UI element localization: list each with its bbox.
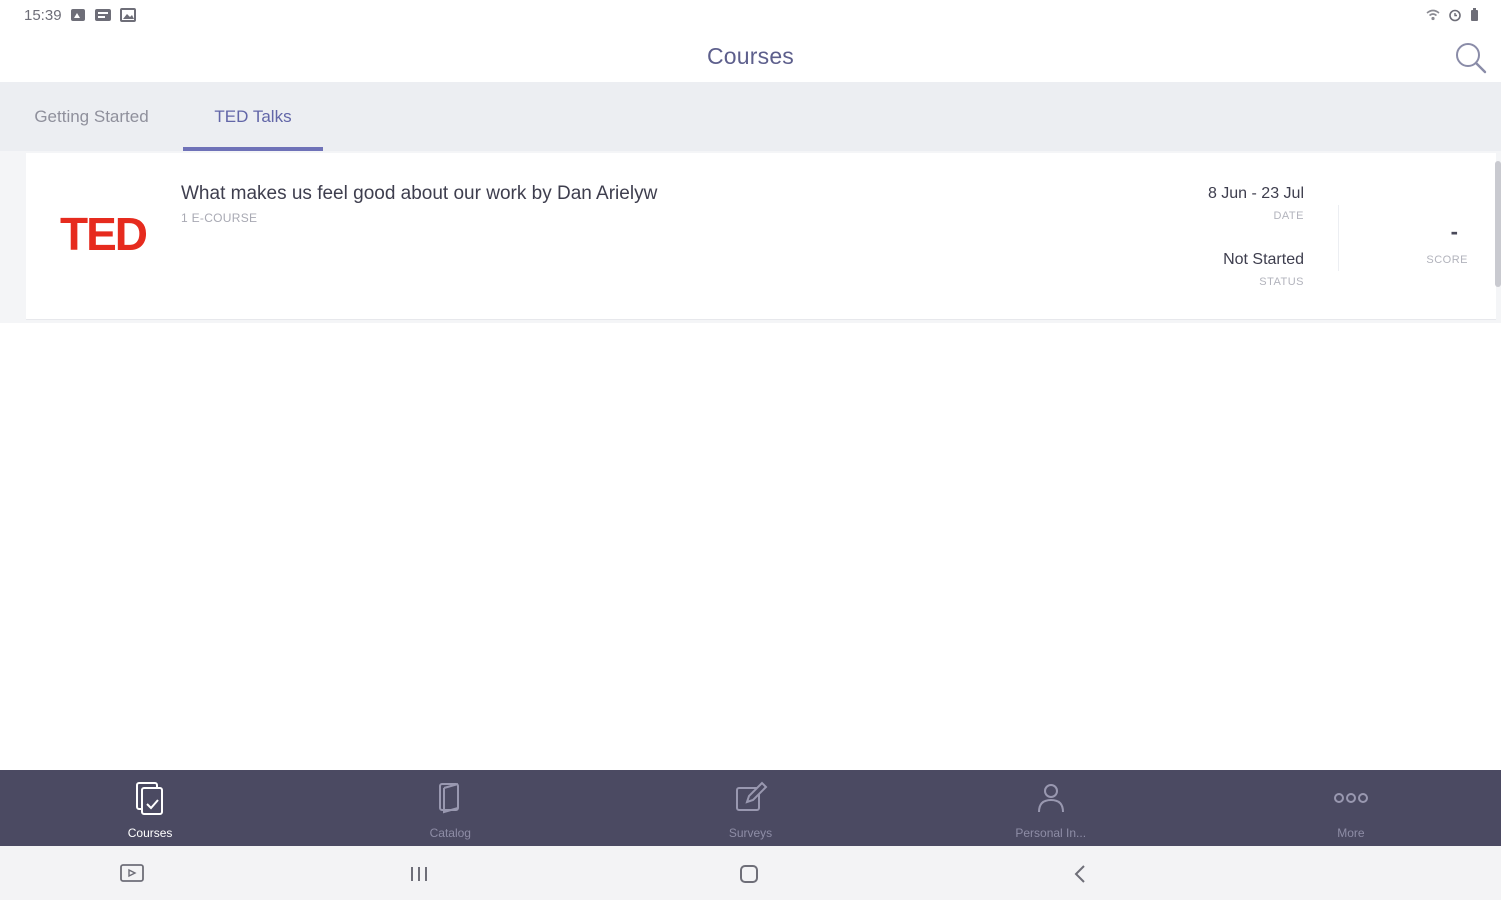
card-divider (1338, 205, 1339, 271)
nav-item-personal-info[interactable]: Personal In... (901, 770, 1201, 846)
status-bar: 15:39 (0, 0, 1501, 30)
status-time: 15:39 (24, 6, 62, 24)
nav-label: Catalog (429, 826, 471, 840)
alarm-icon (1448, 8, 1462, 22)
recent-apps-icon (411, 867, 427, 881)
nav-label: More (1337, 826, 1365, 840)
search-button[interactable] (1451, 38, 1491, 78)
ted-logo: TED (60, 208, 148, 260)
photo-badge-icon (70, 8, 86, 22)
search-icon (1456, 43, 1487, 74)
course-score-label: SCORE (1426, 254, 1468, 266)
home-button[interactable] (734, 860, 764, 888)
course-status-label: STATUS (1259, 276, 1304, 288)
screenshot-icon (120, 864, 144, 882)
course-card[interactable]: TED What makes us feel good about our wo… (26, 153, 1496, 320)
more-icon (1332, 778, 1370, 818)
course-date-label: DATE (1273, 210, 1304, 222)
course-list-row: TED What makes us feel good about our wo… (0, 151, 1501, 323)
nav-item-surveys[interactable]: Surveys (600, 770, 900, 846)
bottom-navigation: Courses Catalog Surveys Personal In... M… (0, 770, 1501, 846)
back-button[interactable] (1065, 860, 1095, 888)
page-title: Courses (706, 42, 795, 69)
nav-item-courses[interactable]: Courses (0, 770, 300, 846)
tab-getting-started[interactable]: Getting Started (0, 82, 183, 151)
status-left: 15:39 (24, 7, 136, 24)
system-navigation-bar (0, 846, 1501, 900)
surveys-icon (732, 778, 770, 818)
scrollbar-thumb[interactable] (1495, 161, 1501, 287)
person-icon (1032, 778, 1070, 818)
back-icon (1074, 865, 1085, 883)
tab-ted-talks[interactable]: TED Talks (183, 82, 323, 151)
home-icon (740, 865, 758, 883)
nav-label: Surveys (728, 826, 773, 840)
course-date: 8 Jun - 23 Jul (1207, 185, 1304, 202)
nav-label: Courses (127, 826, 173, 840)
category-tabs: Getting Started TED Talks (0, 82, 1501, 151)
course-list: TED What makes us feel good about our wo… (0, 151, 1501, 770)
nav-item-more[interactable]: More (1201, 770, 1501, 846)
status-right (1426, 8, 1479, 22)
courses-icon (131, 778, 169, 818)
wifi-icon (1426, 9, 1440, 21)
course-type: 1 E-COURSE (181, 211, 258, 225)
course-title: What makes us feel good about our work b… (181, 183, 658, 204)
nav-label: Personal In... (1015, 826, 1087, 840)
nav-item-catalog[interactable]: Catalog (300, 770, 600, 846)
course-score: - (1450, 219, 1458, 244)
tab-label: Getting Started (34, 106, 149, 126)
recent-apps-button[interactable] (404, 860, 434, 888)
catalog-icon (431, 778, 469, 818)
course-status: Not Started (1223, 251, 1304, 268)
battery-icon (1470, 8, 1479, 22)
app-header: Courses (0, 30, 1501, 82)
screenshot-button[interactable] (117, 860, 147, 888)
gallery-icon (119, 8, 136, 22)
tab-label: TED Talks (214, 106, 292, 126)
message-icon (94, 8, 112, 22)
